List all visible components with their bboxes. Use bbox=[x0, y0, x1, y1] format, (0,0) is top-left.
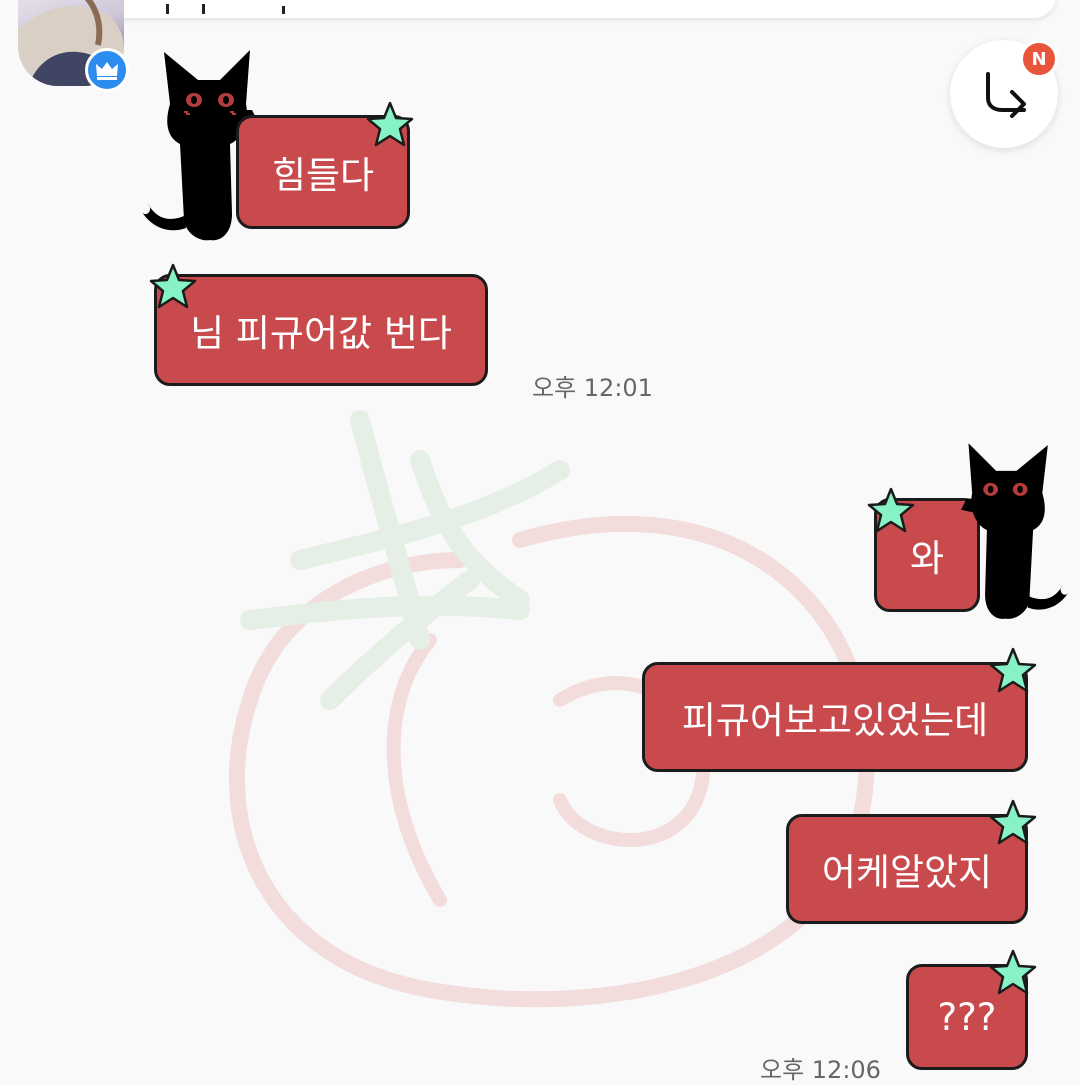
message-text: 어케알았지 bbox=[821, 851, 993, 894]
star-sticker-icon bbox=[989, 647, 1037, 693]
sent-message-bubble[interactable]: 피규어보고있었는데 bbox=[642, 662, 1028, 772]
reply-arrow-icon bbox=[986, 72, 1026, 118]
partial-text-glyphs bbox=[166, 4, 285, 14]
star-sticker-icon bbox=[989, 799, 1037, 845]
message-text: 힘들다 bbox=[271, 154, 375, 197]
message-text: ??? bbox=[937, 995, 997, 1039]
crown-icon bbox=[96, 62, 118, 80]
star-sticker-icon bbox=[366, 101, 414, 147]
star-sticker-icon bbox=[149, 263, 197, 309]
message-text: 와 bbox=[909, 537, 945, 580]
message-text: 님 피규어값 번다 bbox=[190, 312, 452, 355]
received-message-bubble[interactable]: 님 피규어값 번다 bbox=[154, 274, 488, 386]
top-message-bar bbox=[22, 0, 1056, 18]
new-badge: N bbox=[1020, 40, 1058, 78]
star-sticker-icon bbox=[989, 949, 1037, 995]
timestamp: 오후 12:01 bbox=[532, 374, 653, 402]
black-cat-sticker bbox=[961, 443, 1069, 619]
message-text: 피규어보고있었는데 bbox=[681, 699, 989, 742]
star-sticker-icon bbox=[867, 487, 915, 533]
crown-badge bbox=[85, 48, 129, 92]
